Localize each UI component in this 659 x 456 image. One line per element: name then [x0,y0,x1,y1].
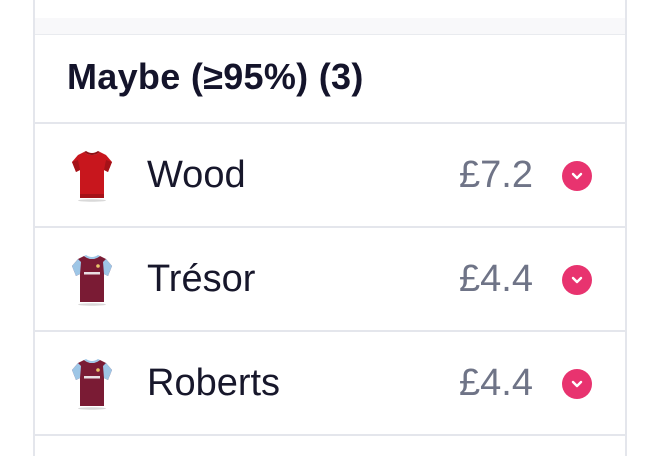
player-name: Wood [147,154,246,196]
player-name: Roberts [147,362,281,404]
expand-player-button[interactable] [562,161,592,191]
player-price: £4.4 [459,362,533,404]
player-row-tresor[interactable]: Trésor £4.4 [35,228,625,332]
player-row-wood[interactable]: Wood £7.2 [35,124,625,228]
expand-player-button[interactable] [562,265,592,295]
page: Maybe (≥95%) (3) Wood £7.2 Trésor £4.4 R… [0,0,659,456]
previous-section-footer [35,0,625,35]
red-shirt-icon [72,151,112,202]
chevron-down-icon [571,172,583,180]
chevron-down-icon [571,380,583,388]
expand-player-button[interactable] [562,369,592,399]
claret-blue-shirt-icon [72,359,112,410]
claret-blue-shirt-icon [72,255,112,306]
player-price: £4.4 [459,258,533,300]
section-title: Maybe (≥95%) (3) [67,56,364,97]
player-row-roberts[interactable]: Roberts £4.4 [35,332,625,436]
player-list-panel: Maybe (≥95%) (3) Wood £7.2 Trésor £4.4 R… [33,0,627,456]
section-header: Maybe (≥95%) (3) [35,34,625,124]
chevron-down-icon [571,276,583,284]
player-price: £7.2 [459,154,533,196]
player-name: Trésor [147,258,256,300]
